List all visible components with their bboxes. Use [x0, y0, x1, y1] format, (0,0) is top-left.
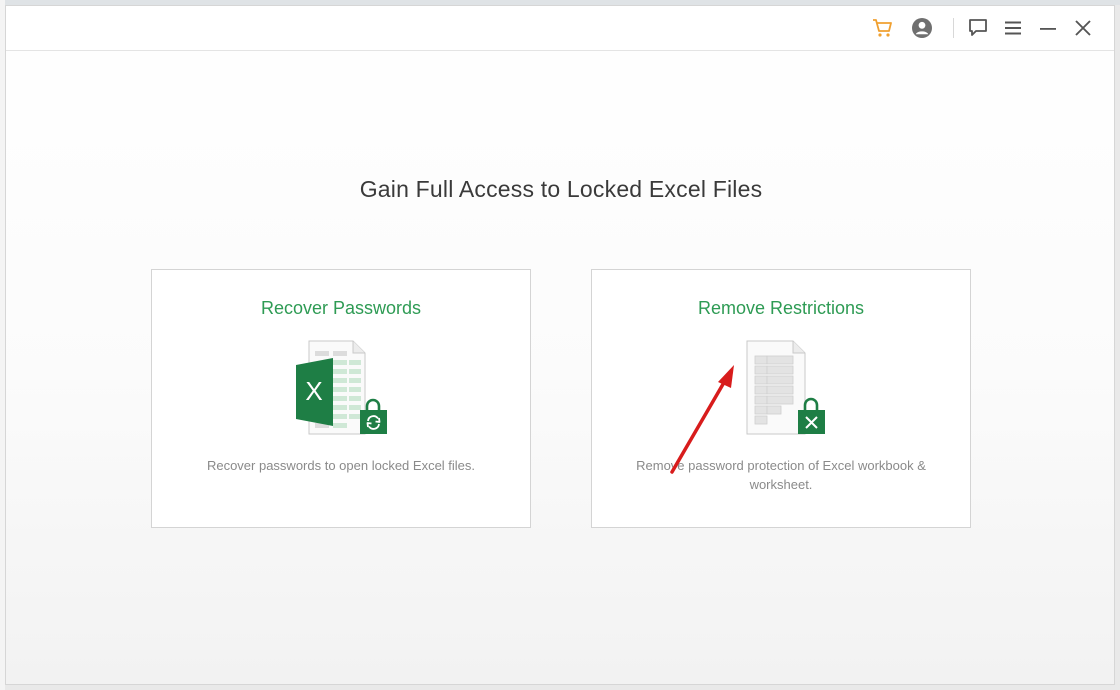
- title-bar: [6, 6, 1114, 51]
- minimize-icon[interactable]: [1037, 17, 1059, 39]
- menu-icon[interactable]: [1002, 17, 1024, 39]
- feedback-icon[interactable]: [967, 17, 989, 39]
- card-title-remove-restrictions: Remove Restrictions: [697, 298, 865, 318]
- app-window: Gain Full Access to Locked Excel Files R…: [5, 5, 1115, 685]
- svg-text:X: X: [305, 376, 322, 406]
- card-title-recover-passwords: Recover Passwords: [260, 298, 422, 318]
- card-description-recover-passwords: Recover passwords to open locked Excel f…: [206, 458, 476, 473]
- close-icon[interactable]: [1072, 17, 1094, 39]
- remove-restrictions-card[interactable]: Remove Restrictions Remove password prot…: [591, 269, 971, 528]
- recover-passwords-card[interactable]: Recover Passwords X Recover passwords to…: [151, 269, 531, 528]
- cart-icon[interactable]: [872, 17, 894, 39]
- titlebar-separator: [953, 18, 954, 38]
- page-headline: Gain Full Access to Locked Excel Files: [359, 176, 763, 202]
- account-icon[interactable]: [911, 17, 933, 39]
- excel-unlock-icon: [735, 340, 831, 441]
- excel-recover-icon: X: [295, 340, 391, 441]
- card-description-remove-restrictions: Remove password protection of Excel work…: [636, 458, 926, 492]
